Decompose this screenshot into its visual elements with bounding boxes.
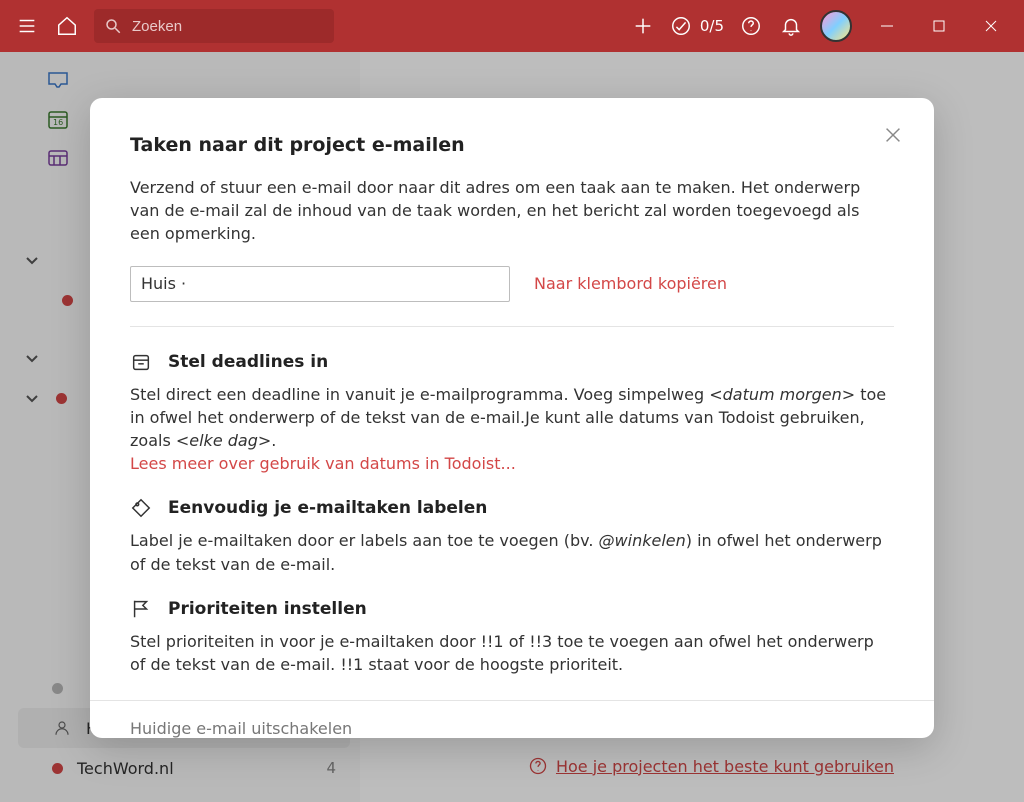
email-tasks-dialog: Taken naar dit project e-mailen Verzend … (90, 98, 934, 738)
dialog-title: Taken naar dit project e-mailen (130, 134, 894, 156)
help-button[interactable] (734, 9, 768, 43)
home-button[interactable] (50, 9, 84, 43)
tag-icon (130, 497, 152, 519)
tip-labels: Eenvoudig je e-mailtaken labelen Label j… (130, 497, 894, 575)
tip-deadlines: Stel deadlines in Stel direct een deadli… (130, 351, 894, 476)
calendar-icon (130, 351, 152, 373)
search-input[interactable] (130, 17, 310, 36)
tip-body: Stel direct een deadline in vanuit je e-… (130, 383, 894, 476)
close-button[interactable] (882, 124, 904, 150)
productivity-button[interactable] (666, 9, 696, 43)
email-address-value: Huis · (141, 274, 186, 293)
search-field[interactable] (94, 9, 334, 43)
tip-title: Eenvoudig je e-mailtaken labelen (168, 498, 487, 518)
tip-priorities: Prioriteiten instellen Stel prioriteiten… (130, 598, 894, 676)
topbar: 0/5 (0, 0, 1024, 52)
window-maximize[interactable] (916, 9, 962, 43)
disable-email-link[interactable]: Huidige e-mail uitschakelen (90, 700, 934, 756)
window-minimize[interactable] (864, 9, 910, 43)
notifications-button[interactable] (774, 9, 808, 43)
productivity-counter: 0/5 (700, 17, 724, 35)
window-close[interactable] (968, 9, 1014, 43)
close-icon (882, 124, 904, 146)
divider (130, 326, 894, 327)
add-button[interactable] (626, 9, 660, 43)
tip-body: Stel prioriteiten in voor je e-mailtaken… (130, 630, 894, 676)
tip-body: Label je e-mailtaken door er labels aan … (130, 529, 894, 575)
avatar[interactable] (820, 10, 852, 42)
tip-title: Prioriteiten instellen (168, 599, 367, 619)
modal-overlay[interactable]: Taken naar dit project e-mailen Verzend … (0, 52, 1024, 802)
tip-title: Stel deadlines in (168, 352, 328, 372)
dates-learn-more-link[interactable]: Lees meer over gebruik van datums in Tod… (130, 454, 516, 473)
dialog-description: Verzend of stuur een e-mail door naar di… (130, 176, 894, 246)
menu-button[interactable] (10, 9, 44, 43)
search-icon (104, 17, 122, 35)
email-address-field[interactable]: Huis · (130, 266, 510, 302)
copy-to-clipboard-link[interactable]: Naar klembord kopiëren (534, 274, 727, 293)
flag-icon (130, 598, 152, 620)
